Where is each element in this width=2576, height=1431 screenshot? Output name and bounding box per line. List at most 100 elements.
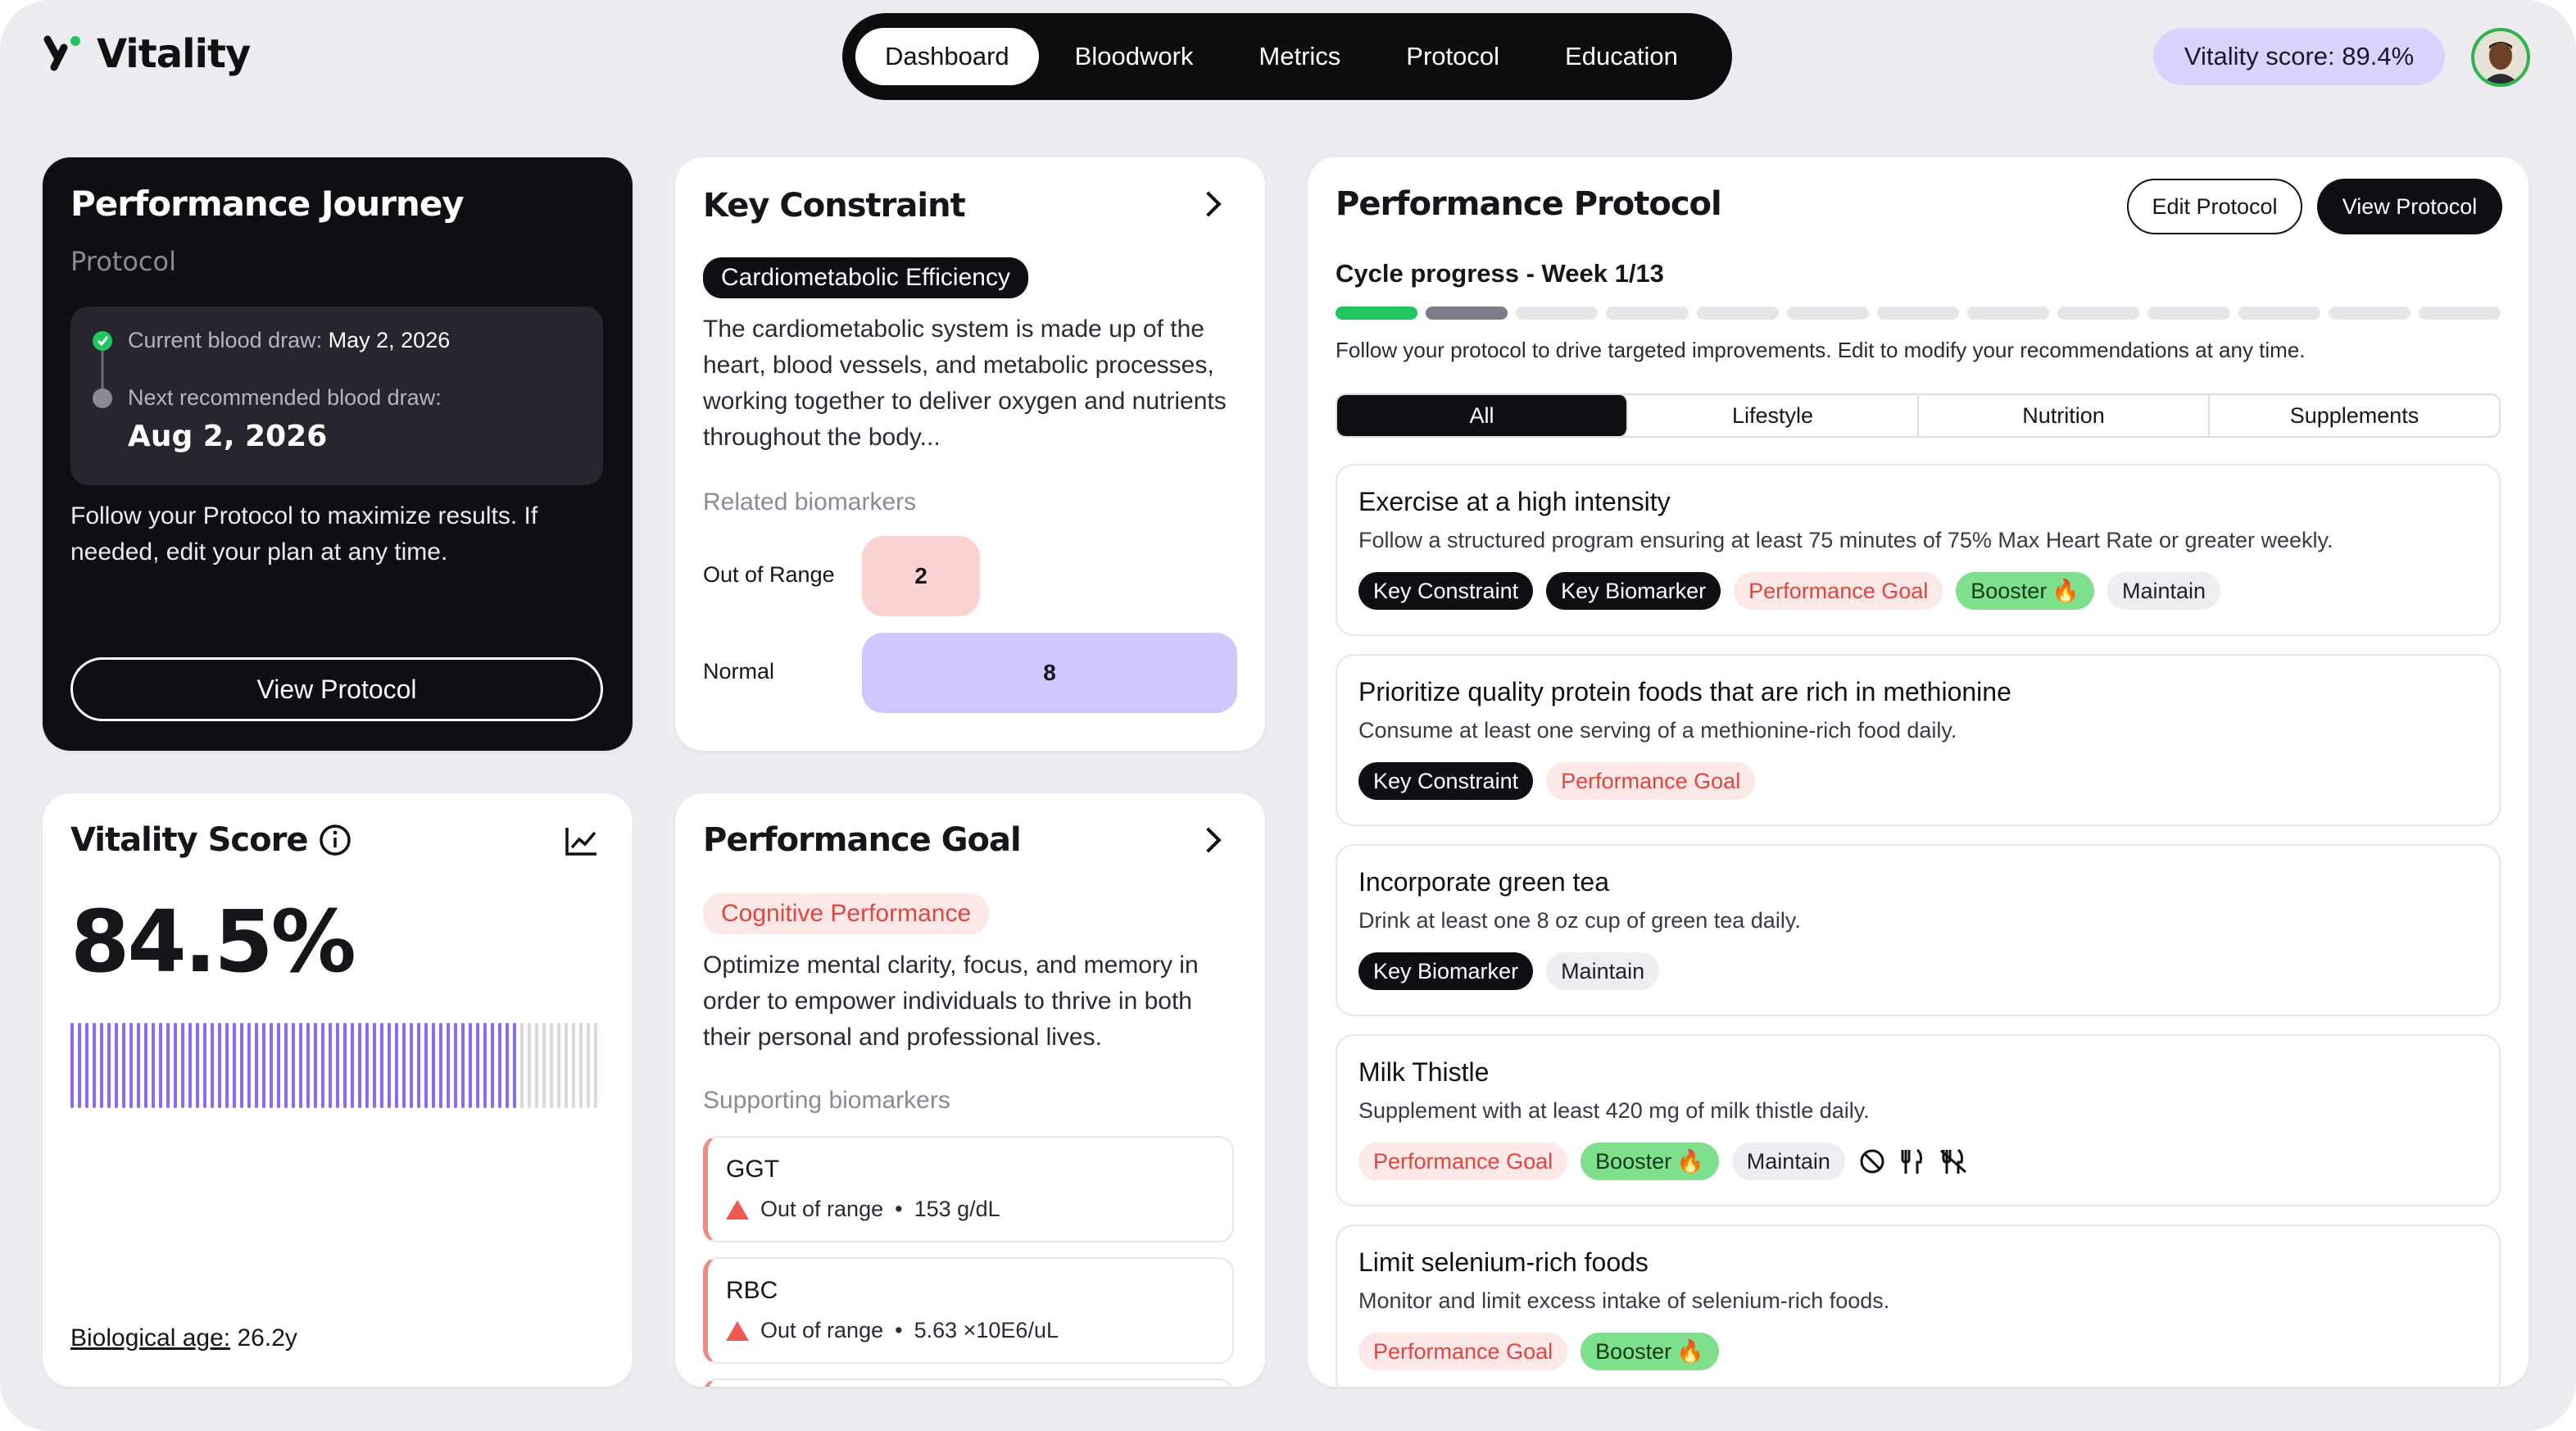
tab-bloodwork[interactable]: Bloodwork <box>1045 28 1223 85</box>
cycle-progress-label: Cycle progress - Week 1/13 <box>1336 259 1664 288</box>
biomarker-value: 153 g/dL <box>914 1197 1000 1221</box>
tag-booster: Booster 🔥 <box>1956 572 2094 610</box>
rec-tags: Key Biomarker Maintain <box>1358 952 1660 990</box>
goal-title: Performance Goal <box>703 821 1022 859</box>
vitality-meter-tick <box>513 1023 516 1108</box>
recommendation-card[interactable]: Incorporate green tea Drink at least one… <box>1336 844 2501 1016</box>
vitality-meter-tick <box>122 1023 125 1108</box>
cycle-week-segment <box>1336 307 1418 320</box>
tag-booster-label: Booster <box>1971 578 2048 603</box>
recommendation-card[interactable]: Prioritize quality protein foods that ar… <box>1336 654 2501 826</box>
vitality-meter-tick <box>373 1023 376 1108</box>
vitality-score-card: Vitality Score 84.5% Biological age: 26.… <box>43 793 633 1387</box>
vitality-meter-tick <box>129 1023 133 1108</box>
vitality-meter-tick <box>211 1023 214 1108</box>
recommendation-card[interactable]: Limit selenium-rich foods Monitor and li… <box>1336 1224 2501 1387</box>
vitality-meter-tick <box>528 1023 531 1108</box>
vitality-meter-tick <box>469 1023 472 1108</box>
bio-age-label[interactable]: Biological age: <box>70 1324 230 1352</box>
tag-performance-goal: Performance Goal <box>1734 572 1943 610</box>
tag-performance-goal: Performance Goal <box>1358 1143 1568 1180</box>
vitality-meter-tick <box>255 1023 258 1108</box>
recommendation-card[interactable]: Milk Thistle Supplement with at least 42… <box>1336 1034 2501 1206</box>
timeline-icon <box>93 331 112 408</box>
out-of-range-label: Out of Range <box>703 562 835 587</box>
vitality-meter-tick <box>93 1023 96 1108</box>
rec-tags: Key Constraint Performance Goal <box>1358 762 1756 800</box>
filter-all[interactable]: All <box>1337 395 1628 436</box>
out-of-range-bar[interactable]: 2 <box>862 536 980 616</box>
cycle-progress-bar <box>1336 307 2501 320</box>
view-protocol-button[interactable]: View Protocol <box>2317 179 2502 234</box>
view-protocol-button[interactable]: View Protocol <box>70 657 603 721</box>
trend-chart-icon[interactable] <box>564 825 600 857</box>
supporting-biomarker-item-partial[interactable] <box>703 1379 1234 1387</box>
vitality-meter-tick <box>579 1023 583 1108</box>
cycle-week-segment <box>2057 307 2140 320</box>
biomarker-status-row: Out of range • 153 g/dL <box>726 1197 1000 1222</box>
edit-protocol-button[interactable]: Edit Protocol <box>2127 179 2302 234</box>
vitality-meter-tick <box>454 1023 457 1108</box>
vitality-meter-tick <box>159 1023 162 1108</box>
vitality-meter-tick <box>365 1023 369 1108</box>
cycle-week-segment <box>1967 307 2050 320</box>
avatar[interactable] <box>2471 28 2530 87</box>
main-nav: Dashboard Bloodwork Metrics Protocol Edu… <box>842 13 1732 100</box>
vitality-meter-tick <box>225 1023 229 1108</box>
vitality-meter-tick <box>277 1023 280 1108</box>
recommendation-card[interactable]: Exercise at a high intensity Follow a st… <box>1336 464 2501 636</box>
info-icon[interactable] <box>319 824 351 856</box>
vitality-meter-tick <box>432 1023 435 1108</box>
vitality-meter-tick <box>329 1023 332 1108</box>
tab-protocol[interactable]: Protocol <box>1376 28 1529 85</box>
fire-icon: 🔥 <box>1676 1339 1704 1364</box>
filter-nutrition[interactable]: Nutrition <box>1919 395 2210 436</box>
normal-bar[interactable]: 8 <box>862 633 1237 713</box>
vitality-meter-tick <box>498 1023 501 1108</box>
vitality-meter-tick <box>100 1023 103 1108</box>
cycle-week-segment <box>1606 307 1689 320</box>
vitality-meter-tick <box>461 1023 465 1108</box>
goal-badge: Cognitive Performance <box>703 893 990 934</box>
tab-education[interactable]: Education <box>1535 28 1708 85</box>
biomarker-status: Out of range <box>760 1197 884 1221</box>
biomarker-name: RBC <box>726 1277 778 1304</box>
vitality-meter-tick <box>181 1023 184 1108</box>
rec-desc: Monitor and limit excess intake of selen… <box>1358 1288 1890 1313</box>
logo-text: Vitality <box>97 31 251 77</box>
related-biomarkers-label: Related biomarkers <box>703 488 917 516</box>
rec-title: Incorporate green tea <box>1358 867 1609 897</box>
vitality-meter-tick <box>240 1023 243 1108</box>
tab-metrics[interactable]: Metrics <box>1229 28 1370 85</box>
chevron-right-icon[interactable] <box>1195 191 1222 217</box>
vitality-meter-tick <box>594 1023 597 1108</box>
tag-booster-label: Booster <box>1595 1338 1672 1364</box>
performance-goal-card[interactable]: Performance Goal Cognitive Performance O… <box>675 793 1265 1387</box>
fire-icon: 🔥 <box>2052 579 2079 603</box>
cycle-week-segment <box>2418 307 2501 320</box>
cycle-week-segment <box>1876 307 1960 320</box>
vitality-meter-tick <box>380 1023 383 1108</box>
vitality-meter-tick <box>336 1023 339 1108</box>
tab-dashboard[interactable]: Dashboard <box>855 28 1039 85</box>
chevron-right-icon[interactable] <box>1195 827 1222 853</box>
cycle-week-segment <box>1516 307 1599 320</box>
logo-mark-icon <box>43 35 80 71</box>
filter-lifestyle[interactable]: Lifestyle <box>1628 395 1919 436</box>
vitality-score-pill[interactable]: Vitality score: 89.4% <box>2153 28 2445 85</box>
rec-tags: Key Constraint Key Biomarker Performance… <box>1358 572 2221 610</box>
app-logo[interactable]: Vitality <box>43 31 251 77</box>
vitality-meter-tick <box>166 1023 170 1108</box>
supporting-biomarker-item[interactable]: GGT Out of range • 153 g/dL <box>703 1136 1234 1242</box>
supporting-biomarker-item[interactable]: RBC Out of range • 5.63 ×10E6/uL <box>703 1257 1234 1364</box>
vitality-meter-tick <box>321 1023 324 1108</box>
cycle-week-segment <box>1786 307 1869 320</box>
rec-title: Limit selenium-rich foods <box>1358 1247 1649 1277</box>
tag-key-biomarker: Key Biomarker <box>1358 952 1534 990</box>
cycle-week-segment <box>2147 307 2230 320</box>
filter-supplements[interactable]: Supplements <box>2210 395 2499 436</box>
blood-draw-box: Current blood draw: May 2, 2026 Next rec… <box>70 307 603 485</box>
key-constraint-card[interactable]: Key Constraint Cardiometabolic Efficienc… <box>675 157 1265 751</box>
tag-maintain: Maintain <box>1546 952 1660 990</box>
fork-knife-icon <box>1901 1148 1922 1174</box>
